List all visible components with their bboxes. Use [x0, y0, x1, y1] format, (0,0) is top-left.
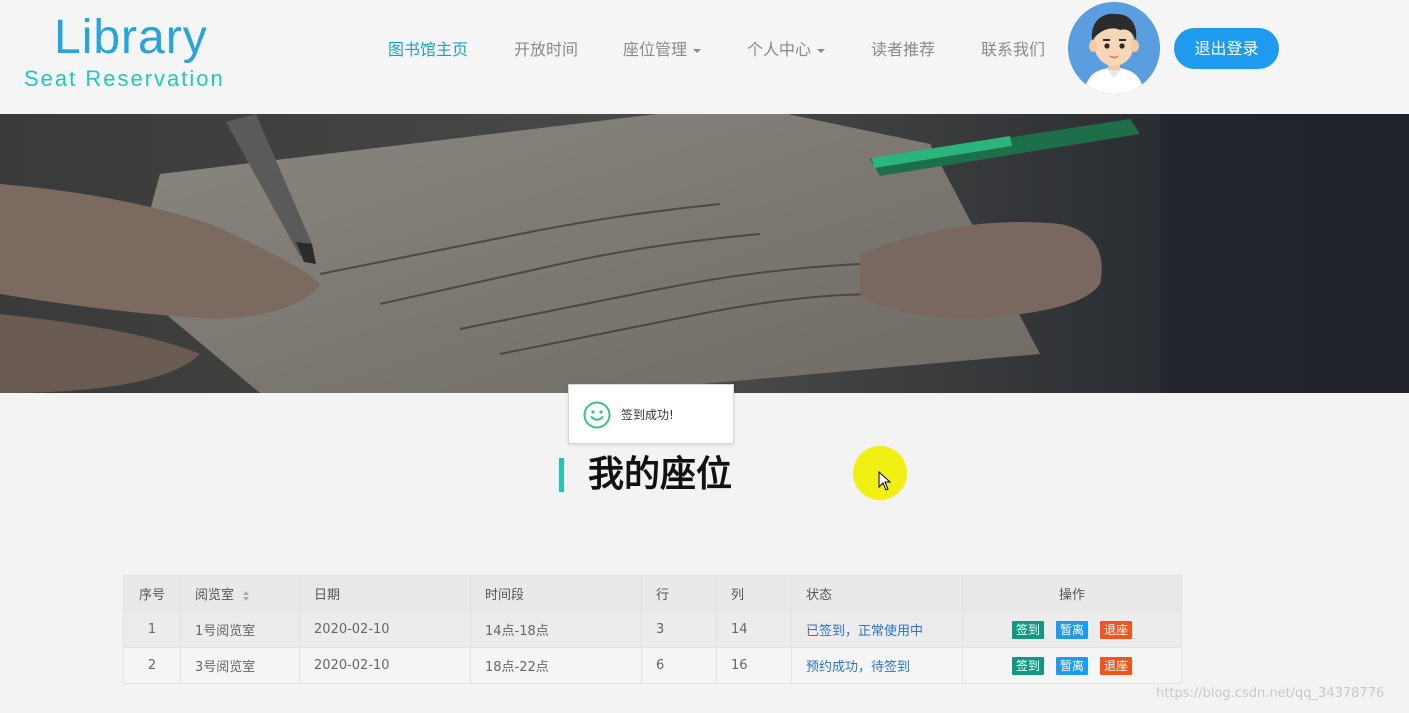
- leave-seat-button[interactable]: 退座: [1100, 620, 1133, 639]
- cell-row: 3: [641, 611, 717, 648]
- writing-hand-image: [0, 114, 1409, 393]
- sign-in-button[interactable]: 签到: [1011, 656, 1044, 675]
- cell-date: 2020-02-10: [299, 611, 471, 648]
- avatar[interactable]: [1068, 2, 1160, 94]
- column-header-status: 状态: [791, 575, 963, 612]
- cell-period: 18点-22点: [470, 647, 642, 684]
- cell-room: 3号阅览室: [180, 647, 300, 684]
- caret-down-icon: [693, 48, 702, 53]
- user-avatar-icon: [1068, 2, 1160, 94]
- banner-image: [0, 114, 1409, 393]
- cell-index: 2: [123, 647, 181, 684]
- nav-item-label: 开放时间: [514, 40, 579, 59]
- cell-index: 1: [123, 611, 181, 648]
- column-header-date: 日期: [299, 575, 471, 612]
- mouse-cursor-icon: [878, 471, 892, 491]
- nav-item-label: 读者推荐: [871, 40, 936, 59]
- header: Library Seat Reservation 图书馆主页 开放时间 座位管理…: [0, 0, 1409, 114]
- nav-item-personal-center[interactable]: 个人中心: [747, 38, 826, 62]
- cell-col: 14: [716, 611, 792, 648]
- leave-seat-button[interactable]: 退座: [1100, 656, 1133, 675]
- column-header-room[interactable]: 阅览室: [180, 575, 300, 612]
- nav-item-seat-management[interactable]: 座位管理: [623, 38, 702, 62]
- watermark: https://blog.csdn.net/qq_34378776: [1156, 686, 1385, 701]
- cell-room: 1号阅览室: [180, 611, 300, 648]
- nav-item-label: 联系我们: [981, 40, 1046, 59]
- column-header-row: 行: [641, 575, 717, 612]
- page-title: 我的座位: [588, 454, 733, 495]
- cell-date: 2020-02-10: [299, 647, 471, 684]
- nav-item-library-home[interactable]: 图书馆主页: [388, 38, 468, 62]
- caret-down-icon: [817, 48, 826, 53]
- cell-actions: 签到 暂离 退座: [962, 611, 1182, 648]
- toast-message: 签到成功!: [621, 408, 674, 422]
- cell-actions: 签到 暂离 退座: [962, 647, 1182, 684]
- nav-item-reader-recommend[interactable]: 读者推荐: [871, 38, 935, 62]
- column-header-col: 列: [716, 575, 792, 612]
- column-header-index: 序号: [123, 575, 181, 612]
- title-accent-bar: [559, 458, 564, 492]
- cell-row: 6: [641, 647, 717, 684]
- table-header-row: 序号 阅览室 日期 时间段 行 列 状态 操作: [123, 575, 1182, 612]
- smile-icon: [583, 401, 611, 429]
- column-header-period: 时间段: [470, 575, 642, 612]
- table-row: 1 1号阅览室 2020-02-10 14点-18点 3 14 已签到，正常使用…: [123, 611, 1182, 648]
- nav-item-label: 座位管理: [623, 40, 688, 59]
- logout-button[interactable]: 退出登录: [1174, 28, 1279, 69]
- pause-button[interactable]: 暂离: [1055, 620, 1088, 639]
- sign-in-button[interactable]: 签到: [1011, 620, 1044, 639]
- logo-title[interactable]: Library: [54, 14, 208, 62]
- nav-item-label: 图书馆主页: [388, 40, 469, 59]
- pause-button[interactable]: 暂离: [1055, 656, 1088, 675]
- cell-status: 预约成功，待签到: [791, 647, 963, 684]
- cell-period: 14点-18点: [470, 611, 642, 648]
- table-row: 2 3号阅览室 2020-02-10 18点-22点 6 16 预约成功，待签到…: [123, 647, 1182, 684]
- nav-item-label: 个人中心: [747, 40, 812, 59]
- column-header-label: 阅览室: [195, 588, 235, 603]
- my-seats-table: 序号 阅览室 日期 时间段 行 列 状态 操作 1 1号阅览室 2020-02-…: [123, 575, 1182, 684]
- cell-status: 已签到，正常使用中: [791, 611, 963, 648]
- nav-item-contact-us[interactable]: 联系我们: [981, 38, 1045, 62]
- cell-col: 16: [716, 647, 792, 684]
- sort-icon[interactable]: [242, 590, 250, 602]
- column-header-actions: 操作: [962, 575, 1182, 612]
- toast-notification: 签到成功!: [568, 384, 734, 444]
- nav-item-opening-hours[interactable]: 开放时间: [514, 38, 578, 62]
- logo-subtitle: Seat Reservation: [24, 66, 225, 91]
